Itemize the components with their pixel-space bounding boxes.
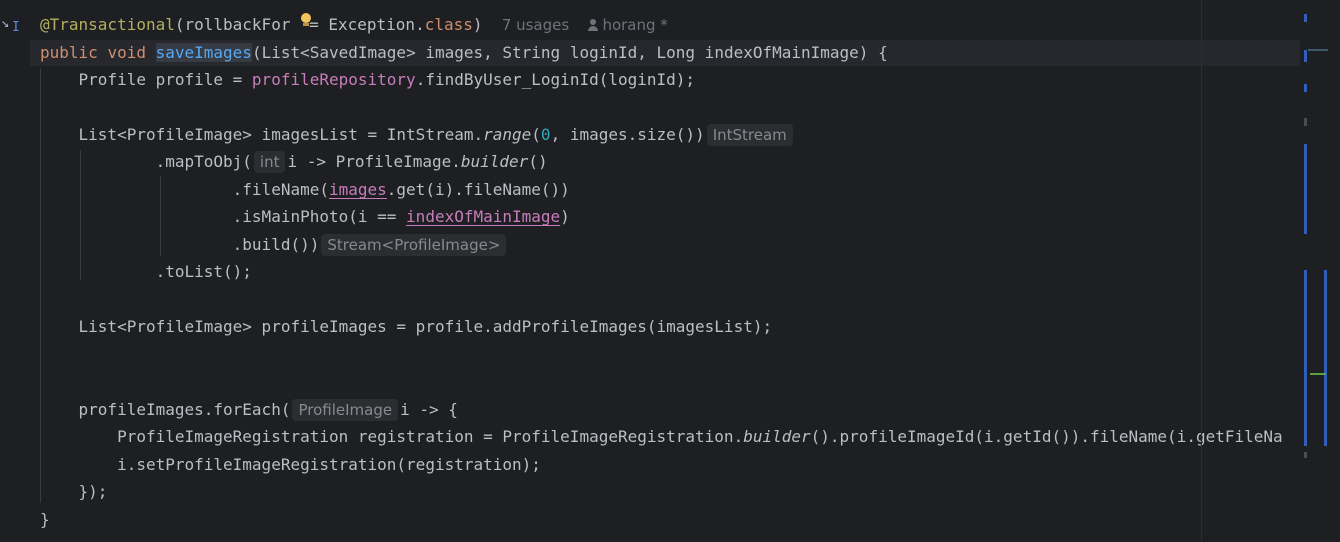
captured-variable-token: images xyxy=(328,180,387,199)
text-cursor-icon: I xyxy=(12,20,20,35)
usages-link[interactable]: 7 usages xyxy=(502,16,569,34)
hint-marker xyxy=(1304,118,1307,126)
keyword-token: void xyxy=(107,43,146,62)
code-line-9: .build()) Stream<ProfileImage> xyxy=(40,231,508,258)
code-token: (List<SavedImage> images, String loginId… xyxy=(251,43,888,62)
code-token: .get(i).fileName()) xyxy=(386,180,570,199)
type-hint: Stream<ProfileImage> xyxy=(321,233,507,256)
code-token: .build()) xyxy=(232,235,320,254)
code-token: List<ProfileImage> imagesList = IntStrea… xyxy=(78,125,484,144)
code-editor[interactable]: @Transactional(rollbackFor = Exception.c… xyxy=(30,0,1300,542)
code-token: .isMainPhoto(i == xyxy=(232,207,407,226)
code-token: List<ProfileImage> profileImages = profi… xyxy=(78,317,773,336)
code-line-17: i.setProfileImageRegistration(registrati… xyxy=(40,451,541,478)
number-token: 0 xyxy=(540,125,551,144)
code-token: i -> { xyxy=(400,400,458,419)
code-line-7: .fileName(images.get(i).fileName()) xyxy=(40,176,570,203)
change-marker[interactable] xyxy=(1304,270,1307,446)
captured-variable-token: indexOfMainImage xyxy=(406,207,561,226)
change-marker[interactable] xyxy=(1304,14,1307,22)
person-icon xyxy=(588,18,599,31)
field-token: profileRepository xyxy=(251,70,416,89)
code-token: () xyxy=(528,152,548,171)
code-token: (rollbackFor xyxy=(174,15,301,34)
code-token: ().profileImageId(i.getId()).fileName(i.… xyxy=(810,427,1283,446)
code-token: } xyxy=(40,510,50,529)
code-line-8: .isMainPhoto(i == indexOfMainImage) xyxy=(40,203,570,230)
code-token: Profile profile = xyxy=(78,70,252,89)
static-method-token: builder xyxy=(743,427,811,446)
code-token: .findByUser_LoginId(loginId); xyxy=(415,70,696,89)
author-hint[interactable]: horang * xyxy=(588,16,668,34)
method-name[interactable]: saveImages xyxy=(155,43,252,62)
type-hint: IntStream xyxy=(706,123,793,146)
code-token: ProfileImageRegistration registration = … xyxy=(117,427,744,446)
parameter-hint: int xyxy=(253,150,286,173)
keyword-token: public xyxy=(40,43,98,62)
code-token: ) xyxy=(560,207,570,226)
code-token: , images.size()) xyxy=(550,125,705,144)
code-line-2: public void saveImages(List<SavedImage> … xyxy=(40,39,888,66)
change-marker[interactable] xyxy=(1304,144,1307,234)
lightbulb-icon[interactable] xyxy=(300,12,312,27)
hint-marker xyxy=(1304,452,1307,458)
code-token: .mapToObj( xyxy=(155,152,252,171)
right-margin-guide xyxy=(1201,0,1202,542)
code-token: ( xyxy=(531,125,541,144)
static-method-token: range xyxy=(483,125,532,144)
code-line-12: List<ProfileImage> profileImages = profi… xyxy=(40,313,773,340)
code-line-6: .mapToObj(int i -> ProfileImage.builder() xyxy=(40,148,548,175)
code-line-1: @Transactional(rollbackFor = Exception.c… xyxy=(40,11,668,38)
change-marker[interactable] xyxy=(1304,84,1307,92)
code-token: profileImages.forEach( xyxy=(78,400,291,419)
code-token: }); xyxy=(78,482,108,501)
scroll-position-marker[interactable] xyxy=(1308,49,1328,51)
code-token: .fileName( xyxy=(232,180,329,199)
code-token: Exception. xyxy=(318,15,425,34)
addition-marker[interactable] xyxy=(1310,373,1326,375)
code-line-18: }); xyxy=(40,478,108,505)
change-marker[interactable] xyxy=(1304,50,1307,62)
code-line-3: Profile profile = profileRepository.find… xyxy=(40,66,696,93)
author-name: horang * xyxy=(602,16,668,34)
code-token: .toList(); xyxy=(155,262,252,281)
change-marker[interactable] xyxy=(1324,270,1327,446)
code-line-19: } xyxy=(40,506,50,533)
code-token: i.setProfileImageRegistration(registrati… xyxy=(117,455,541,474)
code-line-15: profileImages.forEach(ProfileImage i -> { xyxy=(40,396,458,423)
code-line-5: List<ProfileImage> imagesList = IntStrea… xyxy=(40,121,795,148)
code-token: ) xyxy=(472,15,483,34)
code-token: i -> ProfileImage. xyxy=(287,152,461,171)
implementation-icon[interactable]: ↘ I xyxy=(1,12,23,35)
annotation-token: @Transactional xyxy=(40,15,175,34)
code-line-10: .toList(); xyxy=(40,258,252,285)
code-line-16: ProfileImageRegistration registration = … xyxy=(40,423,1283,450)
editor-gutter: ↘ I xyxy=(0,0,30,542)
static-method-token: builder xyxy=(460,152,529,171)
keyword-token: class xyxy=(424,15,473,34)
error-stripe-scrollbar[interactable] xyxy=(1300,0,1340,542)
parameter-hint: ProfileImage xyxy=(292,398,399,421)
